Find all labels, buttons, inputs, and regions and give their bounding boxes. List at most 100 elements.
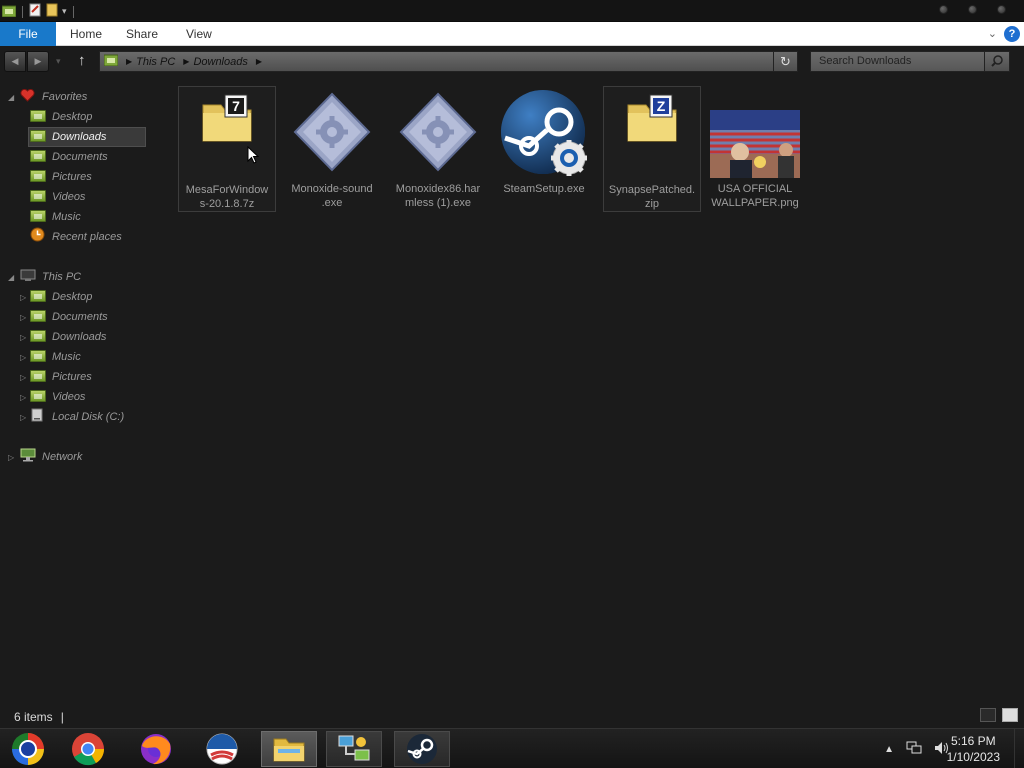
expand-arrow-icon[interactable]: ▷ xyxy=(8,453,14,462)
expand-arrow-icon[interactable]: ▷ xyxy=(20,393,26,402)
downloads-folder-icon xyxy=(30,330,46,342)
sidebar-item-videos[interactable]: Videos xyxy=(30,187,85,207)
chrome-icon xyxy=(72,733,105,766)
network-app-icon xyxy=(338,735,370,761)
expand-arrow-icon[interactable]: ▷ xyxy=(20,293,26,302)
desktop-folder-icon xyxy=(30,110,46,122)
sidebar-item-label: Recent places xyxy=(52,231,122,243)
this-pc-icon xyxy=(103,54,119,69)
show-desktop-button[interactable] xyxy=(1014,729,1024,768)
maximize-button[interactable] xyxy=(968,5,977,14)
taskbar-app-3[interactable] xyxy=(194,731,250,767)
breadcrumb-downloads[interactable]: Downloads xyxy=(193,56,247,68)
minimize-button[interactable] xyxy=(939,5,948,14)
forward-button[interactable]: ▶ xyxy=(27,51,49,72)
quick-access-toolbar: ▾ xyxy=(1,3,76,20)
sidebar-item-pc-videos[interactable]: Videos xyxy=(30,387,85,407)
sidebar-item-documents[interactable]: Documents xyxy=(30,147,108,167)
mouse-pointer-icon xyxy=(247,145,260,167)
taskbar-chrome[interactable] xyxy=(60,731,116,767)
search-button[interactable] xyxy=(984,51,1010,72)
refresh-button[interactable]: ↻ xyxy=(773,51,798,72)
breadcrumb-separator-icon[interactable]: ▶ xyxy=(126,57,132,66)
large-icons-view-icon[interactable] xyxy=(1002,708,1018,722)
sidebar-item-pictures[interactable]: Pictures xyxy=(30,167,92,187)
taskbar-firefox[interactable] xyxy=(128,731,184,767)
sidebar-item-label: Videos xyxy=(52,391,86,403)
sidebar-item-pc-downloads[interactable]: Downloads xyxy=(30,327,106,347)
taskbar-file-explorer[interactable] xyxy=(261,731,317,767)
tab-share[interactable]: Share xyxy=(112,22,172,46)
music-folder-icon xyxy=(30,210,46,222)
expand-arrow-icon[interactable]: ▷ xyxy=(20,413,26,422)
videos-folder-icon xyxy=(30,390,46,402)
sidebar-this-pc[interactable]: This PC xyxy=(20,267,81,287)
file-item[interactable]: SteamSetup.exe xyxy=(495,86,593,212)
heart-icon xyxy=(20,88,36,102)
search-input[interactable]: Search Downloads xyxy=(810,51,985,72)
tab-file[interactable]: File xyxy=(0,22,56,46)
expand-arrow-icon[interactable]: ▷ xyxy=(20,353,26,362)
up-arrow-icon[interactable]: ↑ xyxy=(78,52,86,69)
this-pc-collapse-chevron-icon[interactable]: ◢ xyxy=(8,273,14,282)
executable-icon xyxy=(291,90,373,177)
close-button[interactable] xyxy=(997,5,1006,14)
sidebar-favorites-label: Favorites xyxy=(42,91,88,103)
file-item[interactable]: Monoxidex86.har mless (1).exe xyxy=(389,86,487,212)
sidebar-item-pc-pictures[interactable]: Pictures xyxy=(30,367,92,387)
sidebar-favorites[interactable]: Favorites xyxy=(20,87,87,107)
image-thumbnail xyxy=(710,110,800,181)
videos-folder-icon xyxy=(30,190,46,202)
breadcrumb-separator-icon[interactable]: ▶ xyxy=(256,57,262,66)
properties-icon[interactable] xyxy=(29,3,42,20)
start-button[interactable] xyxy=(0,731,56,767)
expand-arrow-icon[interactable]: ▷ xyxy=(20,373,26,382)
file-item[interactable]: 7 MesaForWindow s-20.1.8.7z xyxy=(178,86,276,212)
show-hidden-icons-chevron-icon[interactable]: ▲ xyxy=(884,744,894,755)
network-status-icon[interactable] xyxy=(906,741,922,758)
sidebar-item-local-disk[interactable]: Local Disk (C:) xyxy=(30,407,124,427)
expand-arrow-icon[interactable]: ▷ xyxy=(20,313,26,322)
sidebar-item-label: Pictures xyxy=(52,171,92,183)
campaign-logo-icon xyxy=(206,733,238,765)
sidebar-network[interactable]: Network xyxy=(20,447,82,467)
details-view-icon[interactable] xyxy=(980,708,996,722)
back-button[interactable]: ◀ xyxy=(4,51,26,72)
sidebar-item-pc-documents[interactable]: Documents xyxy=(30,307,108,327)
toolbar-separator xyxy=(22,5,23,18)
favorites-collapse-chevron-icon[interactable]: ◢ xyxy=(8,93,14,102)
new-folder-icon[interactable] xyxy=(46,3,58,20)
breadcrumb-separator-icon[interactable]: ▶ xyxy=(183,57,189,66)
taskbar-app-5[interactable] xyxy=(326,731,382,767)
sidebar-item-desktop[interactable]: Desktop xyxy=(30,107,92,127)
taskbar-steam[interactable] xyxy=(394,731,450,767)
sidebar-item-recent-places[interactable]: Recent places xyxy=(30,227,122,247)
help-icon[interactable]: ? xyxy=(1004,26,1020,42)
recent-locations-chevron-icon[interactable]: ▾ xyxy=(56,56,61,67)
computer-icon xyxy=(20,269,36,282)
sidebar-item-pc-desktop[interactable]: Desktop xyxy=(30,287,92,307)
address-bar[interactable]: ▶ This PC ▶ Downloads ▶ xyxy=(99,51,774,72)
clock[interactable]: 5:16 PM 1/10/2023 xyxy=(947,733,1000,765)
clock-time: 5:16 PM xyxy=(950,734,996,748)
file-item[interactable]: Monoxide-sound .exe xyxy=(283,86,381,212)
sidebar-item-label: Documents xyxy=(52,151,108,163)
sidebar-item-music[interactable]: Music xyxy=(30,207,81,227)
sidebar-item-label: Local Disk (C:) xyxy=(52,411,125,423)
file-item[interactable]: USA OFFICIAL WALLPAPER.png xyxy=(706,86,804,212)
sidebar-item-label: Pictures xyxy=(52,371,92,383)
file-name: MesaForWindow s-20.1.8.7z xyxy=(185,184,269,210)
expand-arrow-icon[interactable]: ▷ xyxy=(20,333,26,342)
sidebar-item-downloads[interactable]: Downloads xyxy=(28,127,146,147)
tab-view[interactable]: View xyxy=(172,22,226,46)
tab-home[interactable]: Home xyxy=(56,22,116,46)
breadcrumb-this-pc[interactable]: This PC xyxy=(136,56,175,68)
customize-toolbar-chevron-icon[interactable]: ▾ xyxy=(62,6,67,17)
sidebar-item-pc-music[interactable]: Music xyxy=(30,347,81,367)
navigation-pane: ◢ Favorites Desktop Downloads Documents … xyxy=(0,84,170,704)
executable-icon xyxy=(397,90,479,177)
desktop-folder-icon xyxy=(30,290,46,302)
file-name: USA OFFICIAL WALLPAPER.png xyxy=(711,183,799,209)
expand-ribbon-chevron-icon[interactable]: ⌄ xyxy=(988,27,997,40)
file-item[interactable]: Z SynapsePatched. zip xyxy=(603,86,701,212)
